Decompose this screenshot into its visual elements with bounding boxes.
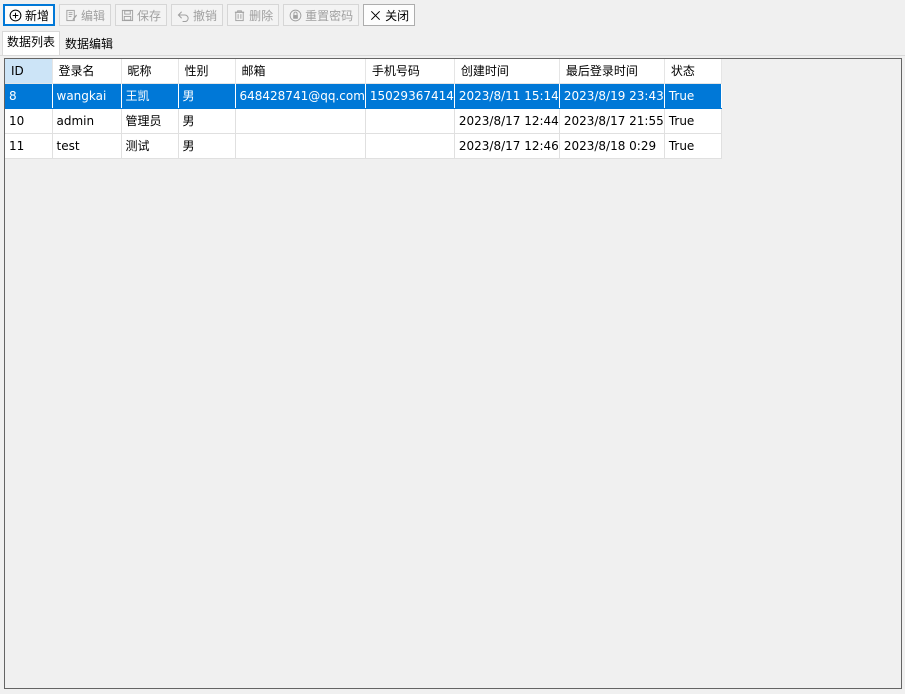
column-header-nickname[interactable]: 昵称 — [121, 59, 179, 84]
edit-button-label: 编辑 — [81, 8, 106, 23]
column-header-created[interactable]: 创建时间 — [454, 59, 560, 84]
cell-phone[interactable]: 15029367414 — [365, 83, 455, 109]
table-row[interactable]: 11 test 测试 男 2023/8/17 12:46 2023/8/18 0… — [5, 133, 722, 159]
cell-id[interactable]: 11 — [5, 133, 53, 159]
cell-id[interactable]: 8 — [5, 83, 53, 109]
cell-nickname[interactable]: 王凯 — [121, 83, 179, 109]
column-header-id[interactable]: ID — [5, 59, 53, 84]
tab-data-list[interactable]: 数据列表 — [2, 31, 61, 55]
column-header-last-login[interactable]: 最后登录时间 — [559, 59, 665, 84]
reset-password-button[interactable]: 重置密码 — [283, 4, 360, 26]
cell-email[interactable] — [235, 133, 366, 159]
column-header-gender[interactable]: 性别 — [178, 59, 236, 84]
cell-phone[interactable] — [365, 133, 455, 159]
save-button-label: 保存 — [137, 8, 162, 23]
save-button[interactable]: 保存 — [115, 4, 168, 26]
cell-login[interactable]: wangkai — [52, 83, 122, 109]
cell-status[interactable]: True — [664, 133, 722, 159]
cell-email[interactable]: 648428741@qq.com — [235, 83, 366, 109]
cell-email[interactable] — [235, 108, 366, 134]
close-button[interactable]: 关闭 — [363, 4, 416, 26]
reset-password-button-label: 重置密码 — [305, 8, 354, 23]
column-header-email[interactable]: 邮箱 — [235, 59, 366, 84]
cell-nickname[interactable]: 测试 — [121, 133, 179, 159]
column-header-login[interactable]: 登录名 — [52, 59, 122, 84]
cell-status[interactable]: True — [664, 108, 722, 134]
table-row[interactable]: 10 admin 管理员 男 2023/8/17 12:44 2023/8/17… — [5, 108, 722, 134]
cell-nickname[interactable]: 管理员 — [121, 108, 179, 134]
data-grid-panel: ID 登录名 昵称 性别 邮箱 手机号码 创建时间 最后登录时间 状态 8 wa… — [4, 58, 902, 689]
cell-login[interactable]: test — [52, 133, 122, 159]
cell-login[interactable]: admin — [52, 108, 122, 134]
toolbar: 新增 编辑 保存 撤销 删除 重置密码 关闭 — [0, 0, 905, 30]
grid-header-row: ID 登录名 昵称 性别 邮箱 手机号码 创建时间 最后登录时间 状态 — [5, 59, 722, 84]
undo-button-label: 撤销 — [193, 8, 218, 23]
column-header-phone[interactable]: 手机号码 — [365, 59, 455, 84]
close-button-label: 关闭 — [385, 8, 410, 23]
close-icon — [371, 10, 381, 20]
edit-icon — [66, 9, 78, 21]
save-icon — [121, 9, 134, 21]
cell-gender[interactable]: 男 — [178, 83, 236, 109]
tab-data-edit[interactable]: 数据编辑 — [61, 34, 117, 56]
undo-button[interactable]: 撤销 — [171, 4, 224, 26]
cell-gender[interactable]: 男 — [178, 108, 236, 134]
column-header-status[interactable]: 状态 — [664, 59, 722, 84]
edit-button[interactable]: 编辑 — [59, 4, 112, 26]
cell-id[interactable]: 10 — [5, 108, 53, 134]
table-row[interactable]: 8 wangkai 王凯 男 648428741@qq.com 15029367… — [5, 83, 722, 109]
cell-phone[interactable] — [365, 108, 455, 134]
undo-icon — [177, 10, 189, 22]
lock-reset-icon — [289, 9, 302, 21]
add-button[interactable]: 新增 — [3, 4, 56, 26]
delete-button[interactable]: 删除 — [227, 4, 280, 26]
plus-circle-icon — [9, 9, 22, 21]
cell-last-login[interactable]: 2023/8/18 0:29 — [559, 133, 665, 159]
cell-created[interactable]: 2023/8/17 12:44 — [454, 108, 560, 134]
cell-status[interactable]: True — [664, 83, 722, 109]
delete-button-label: 删除 — [249, 8, 274, 23]
cell-last-login[interactable]: 2023/8/19 23:43 — [559, 83, 665, 109]
data-grid: ID 登录名 昵称 性别 邮箱 手机号码 创建时间 最后登录时间 状态 8 wa… — [5, 59, 722, 159]
add-button-label: 新增 — [25, 8, 50, 23]
cell-created[interactable]: 2023/8/11 15:14 — [454, 83, 560, 109]
trash-icon — [234, 9, 245, 21]
cell-created[interactable]: 2023/8/17 12:46 — [454, 133, 560, 159]
cell-gender[interactable]: 男 — [178, 133, 236, 159]
cell-last-login[interactable]: 2023/8/17 21:55 — [559, 108, 665, 134]
tab-strip: 数据列表 数据编辑 — [0, 30, 905, 56]
